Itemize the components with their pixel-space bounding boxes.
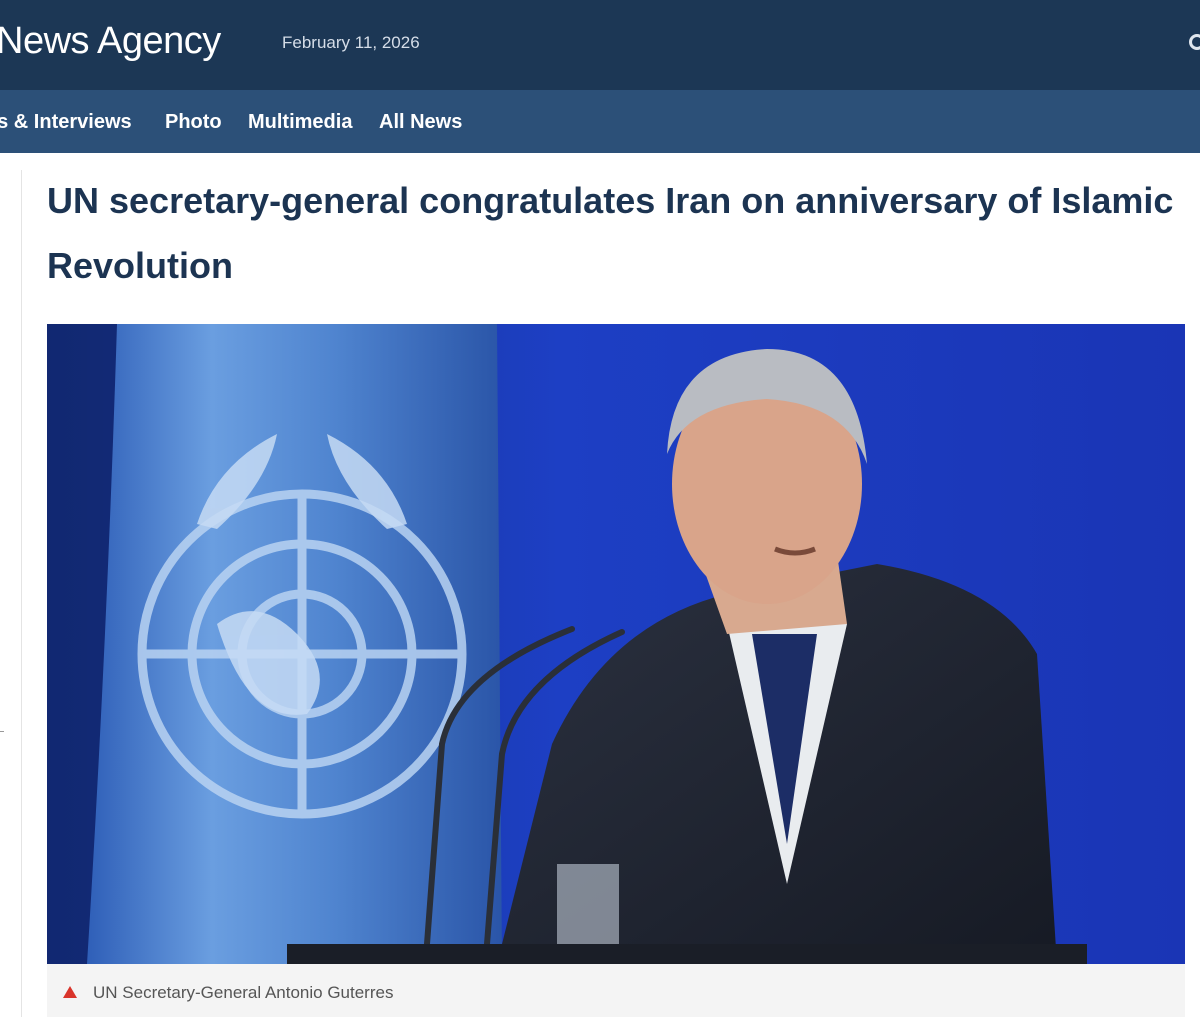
article-photo[interactable]	[47, 324, 1185, 964]
nav-item-photo[interactable]: Photo	[165, 110, 222, 134]
nav-item-multimedia[interactable]: Multimedia	[248, 110, 352, 134]
nav-item-all-news[interactable]: All News	[379, 110, 462, 134]
search-icon[interactable]	[1188, 33, 1200, 55]
sidebar-divider	[21, 170, 22, 1017]
article-headline: UN secretary-general congratulates Iran …	[47, 180, 1174, 286]
photo-caption: UN Secretary-General Antonio Guterres	[47, 964, 1185, 1017]
lectern	[287, 944, 1087, 964]
caption-triangle-icon	[63, 986, 77, 998]
site-title[interactable]: News Agency	[0, 18, 221, 64]
main-nav: vs & Interviews Photo Multimedia All New…	[0, 90, 1200, 153]
guterres-photo-illustration	[47, 324, 1185, 964]
site-header: News Agency February 11, 2026	[0, 0, 1200, 90]
caption-text: UN Secretary-General Antonio Guterres	[93, 983, 394, 1002]
header-date: February 11, 2026	[282, 33, 420, 52]
nav-item-views-interviews[interactable]: vs & Interviews	[0, 110, 132, 134]
sidebar-tick	[0, 731, 4, 732]
